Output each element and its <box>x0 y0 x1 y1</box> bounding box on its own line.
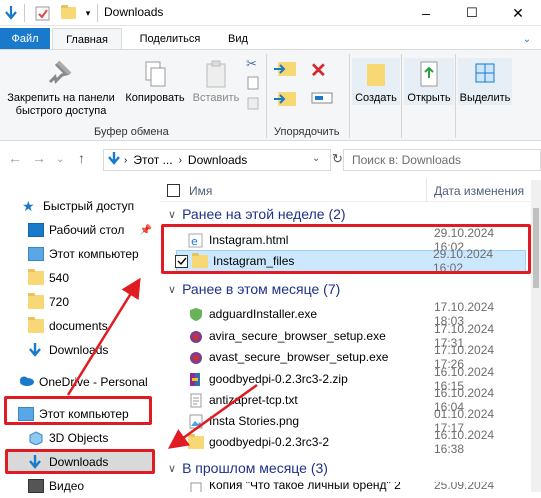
arrow-to-instagram-group <box>66 277 141 396</box>
arrow-to-downloads <box>167 383 258 449</box>
annotation-arrows <box>66 277 258 449</box>
